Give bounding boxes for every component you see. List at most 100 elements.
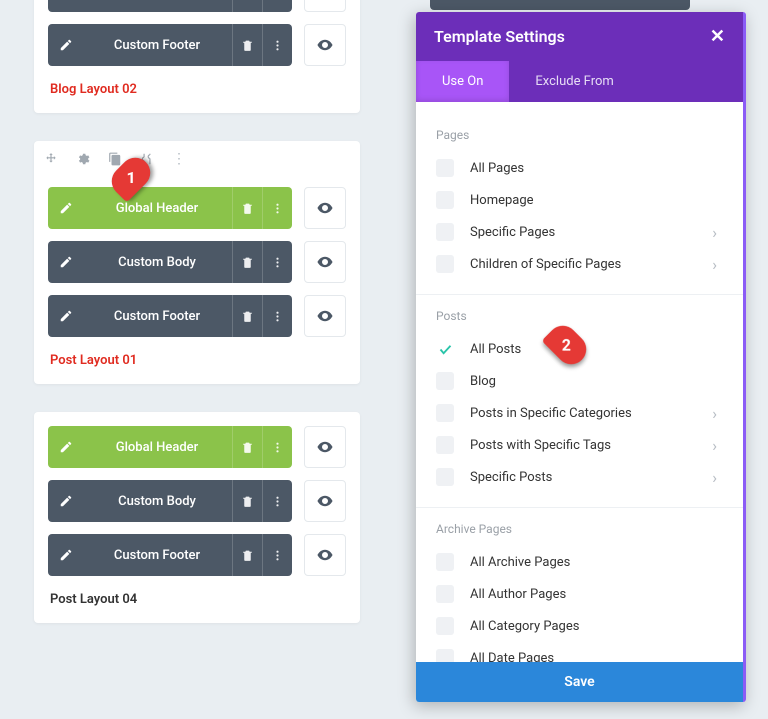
trash-icon[interactable] bbox=[232, 241, 262, 283]
chevron-right-icon[interactable]: › bbox=[712, 404, 717, 423]
layout-card: Custom BodyCustom FooterBlog Layout 02 bbox=[34, 0, 360, 113]
checkbox[interactable] bbox=[436, 191, 454, 209]
option-label: All Posts bbox=[470, 342, 521, 357]
trash-icon[interactable] bbox=[232, 295, 262, 337]
option-row[interactable]: Specific Posts › bbox=[436, 461, 723, 493]
option-label: Specific Posts bbox=[470, 470, 552, 485]
section-label: Archive Pages bbox=[436, 522, 723, 536]
layout-title: Post Layout 04 bbox=[48, 588, 346, 609]
option-row[interactable]: All Archive Pages bbox=[436, 546, 723, 578]
move-icon[interactable] bbox=[44, 152, 58, 166]
option-label: Posts in Specific Categories bbox=[470, 406, 632, 421]
visibility-button[interactable] bbox=[304, 426, 346, 468]
checkbox[interactable] bbox=[436, 372, 454, 390]
trash-icon[interactable] bbox=[232, 426, 262, 468]
row-more-icon[interactable] bbox=[262, 0, 292, 12]
layout-card: ⋮ Global Header Custom Body Custom Footer Po… bbox=[34, 141, 360, 384]
panel-body: PagesAll PagesHomepageSpecific Pages›Chi… bbox=[416, 102, 743, 662]
visibility-button[interactable] bbox=[304, 295, 346, 337]
trash-icon[interactable] bbox=[232, 534, 262, 576]
trash-icon[interactable] bbox=[232, 187, 262, 229]
checkbox[interactable] bbox=[436, 468, 454, 486]
option-row[interactable]: All Author Pages bbox=[436, 578, 723, 610]
duplicate-icon[interactable] bbox=[108, 152, 122, 166]
save-button[interactable]: Save bbox=[416, 662, 743, 702]
trash-icon[interactable] bbox=[232, 24, 262, 66]
tab-use-on[interactable]: Use On bbox=[416, 61, 509, 102]
layout-row: Custom Body bbox=[48, 241, 346, 283]
checkbox[interactable] bbox=[436, 404, 454, 422]
gear-icon[interactable] bbox=[76, 152, 90, 166]
layout-bar[interactable]: Global Header bbox=[48, 187, 292, 229]
trash-icon[interactable] bbox=[232, 0, 262, 12]
trash-icon[interactable] bbox=[232, 480, 262, 522]
row-more-icon[interactable] bbox=[262, 295, 292, 337]
layout-bar[interactable]: Custom Body bbox=[48, 241, 292, 283]
layout-title: Post Layout 01 bbox=[48, 349, 346, 370]
more-icon[interactable]: ⋮ bbox=[172, 151, 186, 167]
layout-row: Global Header bbox=[48, 426, 346, 468]
layout-bar[interactable]: Custom Body bbox=[48, 0, 292, 12]
option-row[interactable]: Homepage bbox=[436, 184, 723, 216]
divider bbox=[416, 294, 743, 295]
layout-bar[interactable]: Global Header bbox=[48, 426, 292, 468]
panel-title: Template Settings bbox=[434, 27, 565, 46]
row-more-icon[interactable] bbox=[262, 480, 292, 522]
option-row[interactable]: Children of Specific Pages› bbox=[436, 248, 723, 280]
layout-row: Custom Footer bbox=[48, 24, 346, 66]
chevron-right-icon[interactable]: › bbox=[712, 468, 717, 487]
row-more-icon[interactable] bbox=[262, 241, 292, 283]
checkbox[interactable] bbox=[436, 585, 454, 603]
option-row[interactable]: Blog bbox=[436, 365, 723, 397]
layout-card: Global Header Custom Body Custom Footer Pos… bbox=[34, 412, 360, 623]
option-label: Specific Pages bbox=[470, 225, 555, 240]
option-label: All Category Pages bbox=[470, 619, 579, 634]
chevron-right-icon[interactable]: › bbox=[712, 255, 717, 274]
option-row[interactable]: Posts in Specific Categories › bbox=[436, 397, 723, 429]
visibility-button[interactable] bbox=[304, 480, 346, 522]
visibility-button[interactable] bbox=[304, 187, 346, 229]
option-label: All Date Pages bbox=[470, 651, 554, 663]
row-more-icon[interactable] bbox=[262, 426, 292, 468]
option-label: Blog bbox=[470, 374, 496, 389]
option-label: All Archive Pages bbox=[470, 555, 570, 570]
chevron-right-icon[interactable]: › bbox=[712, 223, 717, 242]
checkbox[interactable] bbox=[436, 553, 454, 571]
option-row[interactable]: Specific Pages › bbox=[436, 216, 723, 248]
layout-bar[interactable]: Custom Footer bbox=[48, 534, 292, 576]
tab-exclude-from[interactable]: Exclude From bbox=[509, 61, 639, 102]
row-more-icon[interactable] bbox=[262, 187, 292, 229]
panel-tabs: Use OnExclude From bbox=[416, 61, 743, 102]
check-icon[interactable] bbox=[436, 340, 454, 358]
layout-bar[interactable]: Custom Footer bbox=[48, 295, 292, 337]
background-layout-bar: Custom Body bbox=[430, 0, 690, 10]
visibility-button[interactable] bbox=[304, 0, 346, 12]
section-label: Pages bbox=[436, 128, 723, 142]
option-row[interactable]: All Date Pages bbox=[436, 642, 723, 662]
visibility-button[interactable] bbox=[304, 24, 346, 66]
close-icon[interactable]: ✕ bbox=[710, 26, 725, 47]
checkbox[interactable] bbox=[436, 436, 454, 454]
checkbox[interactable] bbox=[436, 649, 454, 662]
layout-row: Global Header bbox=[48, 187, 346, 229]
option-row[interactable]: All Category Pages bbox=[436, 610, 723, 642]
checkbox[interactable] bbox=[436, 159, 454, 177]
layout-row: Custom Body bbox=[48, 0, 346, 12]
row-more-icon[interactable] bbox=[262, 24, 292, 66]
layout-bar[interactable]: Custom Footer bbox=[48, 24, 292, 66]
visibility-button[interactable] bbox=[304, 534, 346, 576]
layout-bar[interactable]: Custom Body bbox=[48, 480, 292, 522]
checkbox[interactable] bbox=[436, 617, 454, 635]
divider bbox=[416, 507, 743, 508]
option-label: Posts with Specific Tags bbox=[470, 438, 611, 453]
option-label: All Pages bbox=[470, 161, 524, 176]
checkbox[interactable] bbox=[436, 255, 454, 273]
card-toolbar: ⋮ bbox=[44, 151, 186, 167]
layout-row: Custom Body bbox=[48, 480, 346, 522]
checkbox[interactable] bbox=[436, 223, 454, 241]
option-row[interactable]: All Pages bbox=[436, 152, 723, 184]
option-row[interactable]: Posts with Specific Tags › bbox=[436, 429, 723, 461]
row-more-icon[interactable] bbox=[262, 534, 292, 576]
chevron-right-icon[interactable]: › bbox=[712, 436, 717, 455]
visibility-button[interactable] bbox=[304, 241, 346, 283]
